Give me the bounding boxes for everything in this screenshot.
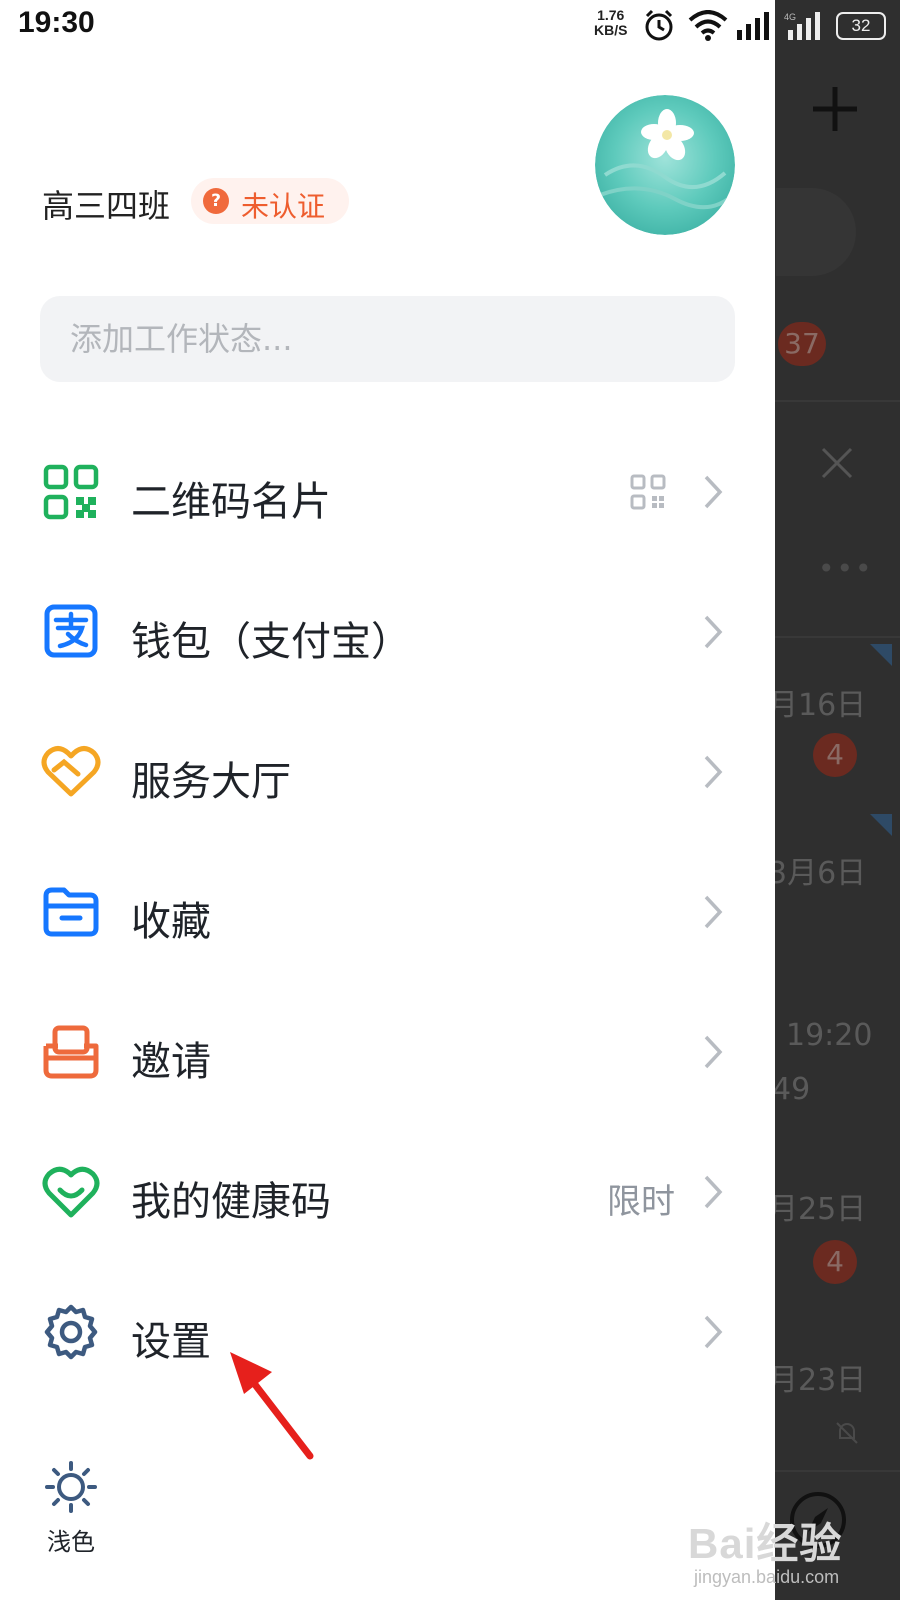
limited-time-tag: 限时 xyxy=(607,1182,675,1222)
menu-item-label: 收藏 xyxy=(131,899,211,945)
qrcode-preview-icon xyxy=(630,474,666,510)
background-date: 月25日 xyxy=(768,1192,867,1227)
alarm-icon xyxy=(645,9,673,41)
menu-item-settings[interactable]: 设置 xyxy=(0,1272,775,1392)
gear-icon xyxy=(44,1304,98,1360)
menu-item-invite[interactable]: 邀请 xyxy=(0,992,775,1112)
menu-item-label: 邀请 xyxy=(131,1039,211,1085)
signal-4g-icon: 4G xyxy=(784,12,820,40)
qrcode-icon xyxy=(43,464,99,520)
menu-item-label: 服务大厅 xyxy=(131,759,291,805)
background-banner xyxy=(776,188,856,276)
chevron-right-icon xyxy=(704,1035,723,1069)
chevron-right-icon xyxy=(704,615,723,649)
background-time: 19:20 xyxy=(786,1018,873,1053)
background-badge: 4 xyxy=(813,1240,857,1284)
background-divider xyxy=(775,636,900,638)
background-date: 月16日 xyxy=(768,688,867,723)
chevron-right-icon xyxy=(704,895,723,929)
menu-item-label: 二维码名片 xyxy=(131,479,331,525)
network-speed-unit: KB/S xyxy=(594,22,628,38)
verify-badge-label: 未认证 xyxy=(241,190,326,223)
menu-item-label: 我的健康码 xyxy=(131,1179,331,1225)
avatar[interactable] xyxy=(595,95,735,235)
chevron-right-icon xyxy=(704,755,723,789)
menu-item-wallet[interactable]: 钱包（支付宝） xyxy=(0,572,775,692)
svg-text:4G: 4G xyxy=(784,12,796,22)
background-divider xyxy=(775,1470,900,1472)
background-unread-badge: 37 xyxy=(778,322,826,366)
mute-icon xyxy=(836,1422,858,1444)
menu-item-qrcode[interactable]: 二维码名片 xyxy=(0,432,775,552)
sun-icon xyxy=(45,1461,97,1513)
status-bar: 19:30 1.76 KB/S 4G 32 xyxy=(0,0,900,52)
background-divider xyxy=(775,400,900,402)
alipay-icon xyxy=(44,604,98,658)
watermark-brand: Bai经验 xyxy=(688,1520,843,1567)
chevron-right-icon xyxy=(704,1175,723,1209)
invite-icon xyxy=(43,1025,99,1079)
background-pin-marker xyxy=(870,644,892,666)
menu-item-label: 钱包（支付宝） xyxy=(131,619,411,665)
network-speed-value: 1.76 xyxy=(597,7,625,23)
close-icon xyxy=(821,447,853,479)
side-drawer: 19:30 1.76 KB/S 4G 32 高三四班 ? 未认证 添加工作状态.… xyxy=(0,0,886,1600)
more-icon: ••• xyxy=(818,552,874,585)
chevron-right-icon xyxy=(704,1315,723,1349)
network-speed: 1.76 KB/S xyxy=(594,8,627,38)
background-pin-marker xyxy=(870,814,892,836)
wifi-icon xyxy=(688,10,728,41)
battery-indicator: 32 xyxy=(836,12,886,40)
menu-item-label: 设置 xyxy=(131,1319,211,1365)
status-time: 19:30 xyxy=(18,6,95,39)
question-icon: ? xyxy=(203,188,229,214)
add-icon xyxy=(813,87,857,131)
service-hall-icon xyxy=(41,746,101,797)
background-date: 月23日 xyxy=(768,1363,867,1398)
background-date: 3月6日 xyxy=(768,856,867,891)
menu-item-service-hall[interactable]: 服务大厅 xyxy=(0,712,775,832)
work-status-input[interactable] xyxy=(40,296,735,382)
menu-item-favorites[interactable]: 收藏 xyxy=(0,852,775,972)
theme-toggle[interactable]: 浅色 xyxy=(40,1460,102,1557)
background-number: 49 xyxy=(772,1072,811,1107)
signal-icon xyxy=(737,12,769,40)
theme-label: 浅色 xyxy=(47,1528,95,1556)
chevron-right-icon xyxy=(704,475,723,509)
background-badge: 4 xyxy=(813,733,857,777)
profile-name[interactable]: 高三四班 xyxy=(42,181,170,227)
baidu-watermark: Bai经验 jingyan.baidu.com xyxy=(688,1510,842,1588)
health-heart-icon xyxy=(42,1166,100,1218)
watermark-url: jingyan.baidu.com xyxy=(694,1567,840,1587)
verify-badge[interactable]: ? 未认证 xyxy=(191,178,349,224)
menu-item-health-code[interactable]: 我的健康码 限时 xyxy=(0,1132,775,1252)
folder-icon xyxy=(43,887,99,937)
